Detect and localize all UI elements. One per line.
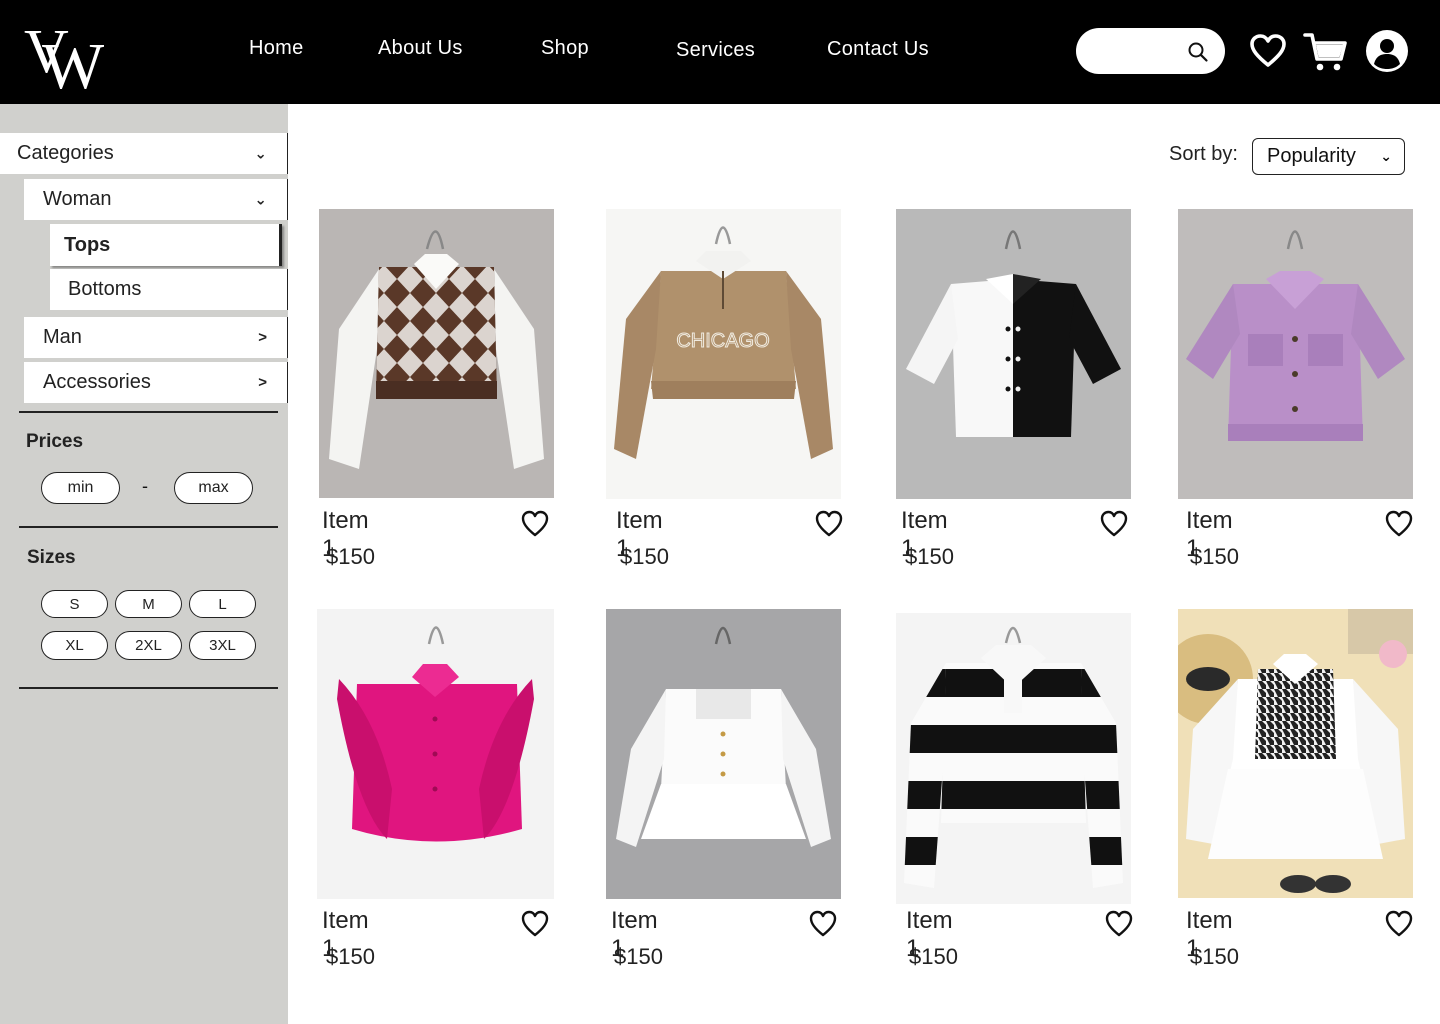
search-input[interactable]: [1092, 36, 1188, 66]
search-bar: [1076, 28, 1225, 74]
top-nav-bar: V W Home About Us Shop Services Contact …: [0, 0, 1440, 104]
product-price: $150: [1190, 544, 1239, 569]
black-white-colorblock-shirt-image[interactable]: [896, 209, 1131, 499]
nav-home[interactable]: Home: [249, 37, 304, 60]
white-peplum-blouse-image[interactable]: [606, 609, 841, 899]
price-range-separator: -: [142, 476, 148, 496]
price-min-input[interactable]: [42, 473, 119, 503]
product-price: $150: [909, 944, 958, 969]
search-icon[interactable]: [1187, 41, 1209, 63]
tan-cropped-sweatshirt-image[interactable]: CHICAGO: [606, 209, 841, 499]
size-m-chip[interactable]: M: [115, 590, 182, 618]
subcategory-tops[interactable]: Tops: [50, 224, 282, 266]
favorite-heart-icon[interactable]: [808, 909, 838, 939]
size-2xl-chip[interactable]: 2XL: [115, 631, 182, 660]
product-price: $150: [1190, 944, 1239, 969]
price-min-field: [41, 472, 120, 504]
price-max-field: [174, 472, 253, 504]
favorite-heart-icon[interactable]: [1104, 909, 1134, 939]
categories-dropdown[interactable]: Categories ⌄: [0, 133, 288, 174]
product-price: $150: [326, 544, 375, 569]
product-price: $150: [620, 544, 669, 569]
chevron-right-icon: >: [258, 373, 267, 391]
category-accessories[interactable]: Accessories >: [24, 362, 288, 403]
favorite-heart-icon[interactable]: [1384, 509, 1414, 539]
sort-label: Sort by:: [1169, 143, 1238, 165]
product-price: $150: [905, 544, 954, 569]
chevron-down-icon: ⌄: [254, 145, 267, 163]
product-price: $150: [614, 944, 663, 969]
favorite-heart-icon[interactable]: [814, 509, 844, 539]
favorite-heart-icon[interactable]: [520, 909, 550, 939]
sort-selected-value: Popularity: [1267, 145, 1356, 167]
argyle-vest-collared-top-image[interactable]: [319, 209, 554, 498]
size-xl-chip[interactable]: XL: [41, 631, 108, 660]
subcategory-bottoms[interactable]: Bottoms: [50, 269, 288, 310]
sidebar-divider: [19, 687, 278, 689]
size-3xl-chip[interactable]: 3XL: [189, 631, 256, 660]
category-accessories-label: Accessories: [43, 371, 151, 393]
sidebar-divider: [19, 526, 278, 528]
favorite-heart-icon[interactable]: [520, 509, 550, 539]
favorite-heart-icon[interactable]: [1384, 909, 1414, 939]
wishlist-heart-icon[interactable]: [1249, 33, 1287, 69]
size-s-chip[interactable]: S: [41, 590, 108, 618]
nav-services[interactable]: Services: [676, 39, 755, 62]
category-man[interactable]: Man >: [24, 317, 288, 358]
chevron-right-icon: >: [258, 328, 267, 346]
chevron-down-icon: ⌄: [254, 191, 267, 209]
chevron-down-icon: ⌄: [1380, 148, 1392, 164]
user-avatar-icon[interactable]: [1365, 29, 1409, 73]
lilac-cropped-shirt-image[interactable]: [1178, 209, 1413, 499]
nav-about-us[interactable]: About Us: [378, 37, 463, 60]
price-max-input[interactable]: [175, 473, 252, 503]
category-man-label: Man: [43, 326, 82, 348]
houndstooth-vest-dress-image[interactable]: [1178, 609, 1413, 898]
pink-ruffle-blouse-image[interactable]: [317, 609, 554, 899]
prices-heading: Prices: [26, 431, 84, 452]
sweatshirt-print: CHICAGO: [676, 330, 769, 352]
logo-letter-w: W: [42, 30, 104, 92]
subcategory-bottoms-label: Bottoms: [68, 278, 142, 300]
nav-contact-us[interactable]: Contact Us: [827, 38, 929, 61]
sizes-heading: Sizes: [27, 547, 76, 568]
favorite-heart-icon[interactable]: [1099, 509, 1129, 539]
cart-icon[interactable]: [1303, 32, 1347, 72]
size-l-chip[interactable]: L: [189, 590, 256, 618]
subcategory-tops-label: Tops: [64, 233, 111, 256]
striped-rugby-polo-image[interactable]: [896, 613, 1131, 904]
category-woman-label: Woman: [43, 188, 112, 210]
nav-shop[interactable]: Shop: [541, 37, 589, 60]
categories-label: Categories: [17, 142, 114, 164]
vw-monogram-logo[interactable]: V W: [22, 14, 104, 92]
product-price: $150: [326, 944, 375, 969]
sidebar-divider: [19, 411, 278, 413]
category-woman[interactable]: Woman ⌄: [24, 179, 288, 220]
sort-dropdown[interactable]: Popularity ⌄: [1252, 138, 1405, 175]
